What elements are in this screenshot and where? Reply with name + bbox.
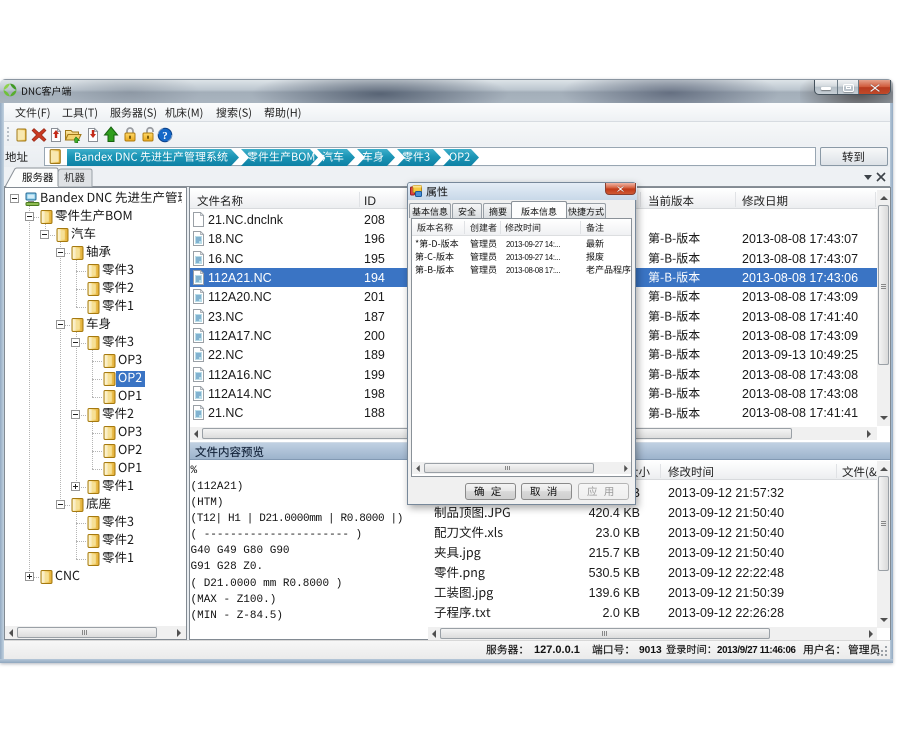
svg-text:?: ? <box>162 130 168 142</box>
